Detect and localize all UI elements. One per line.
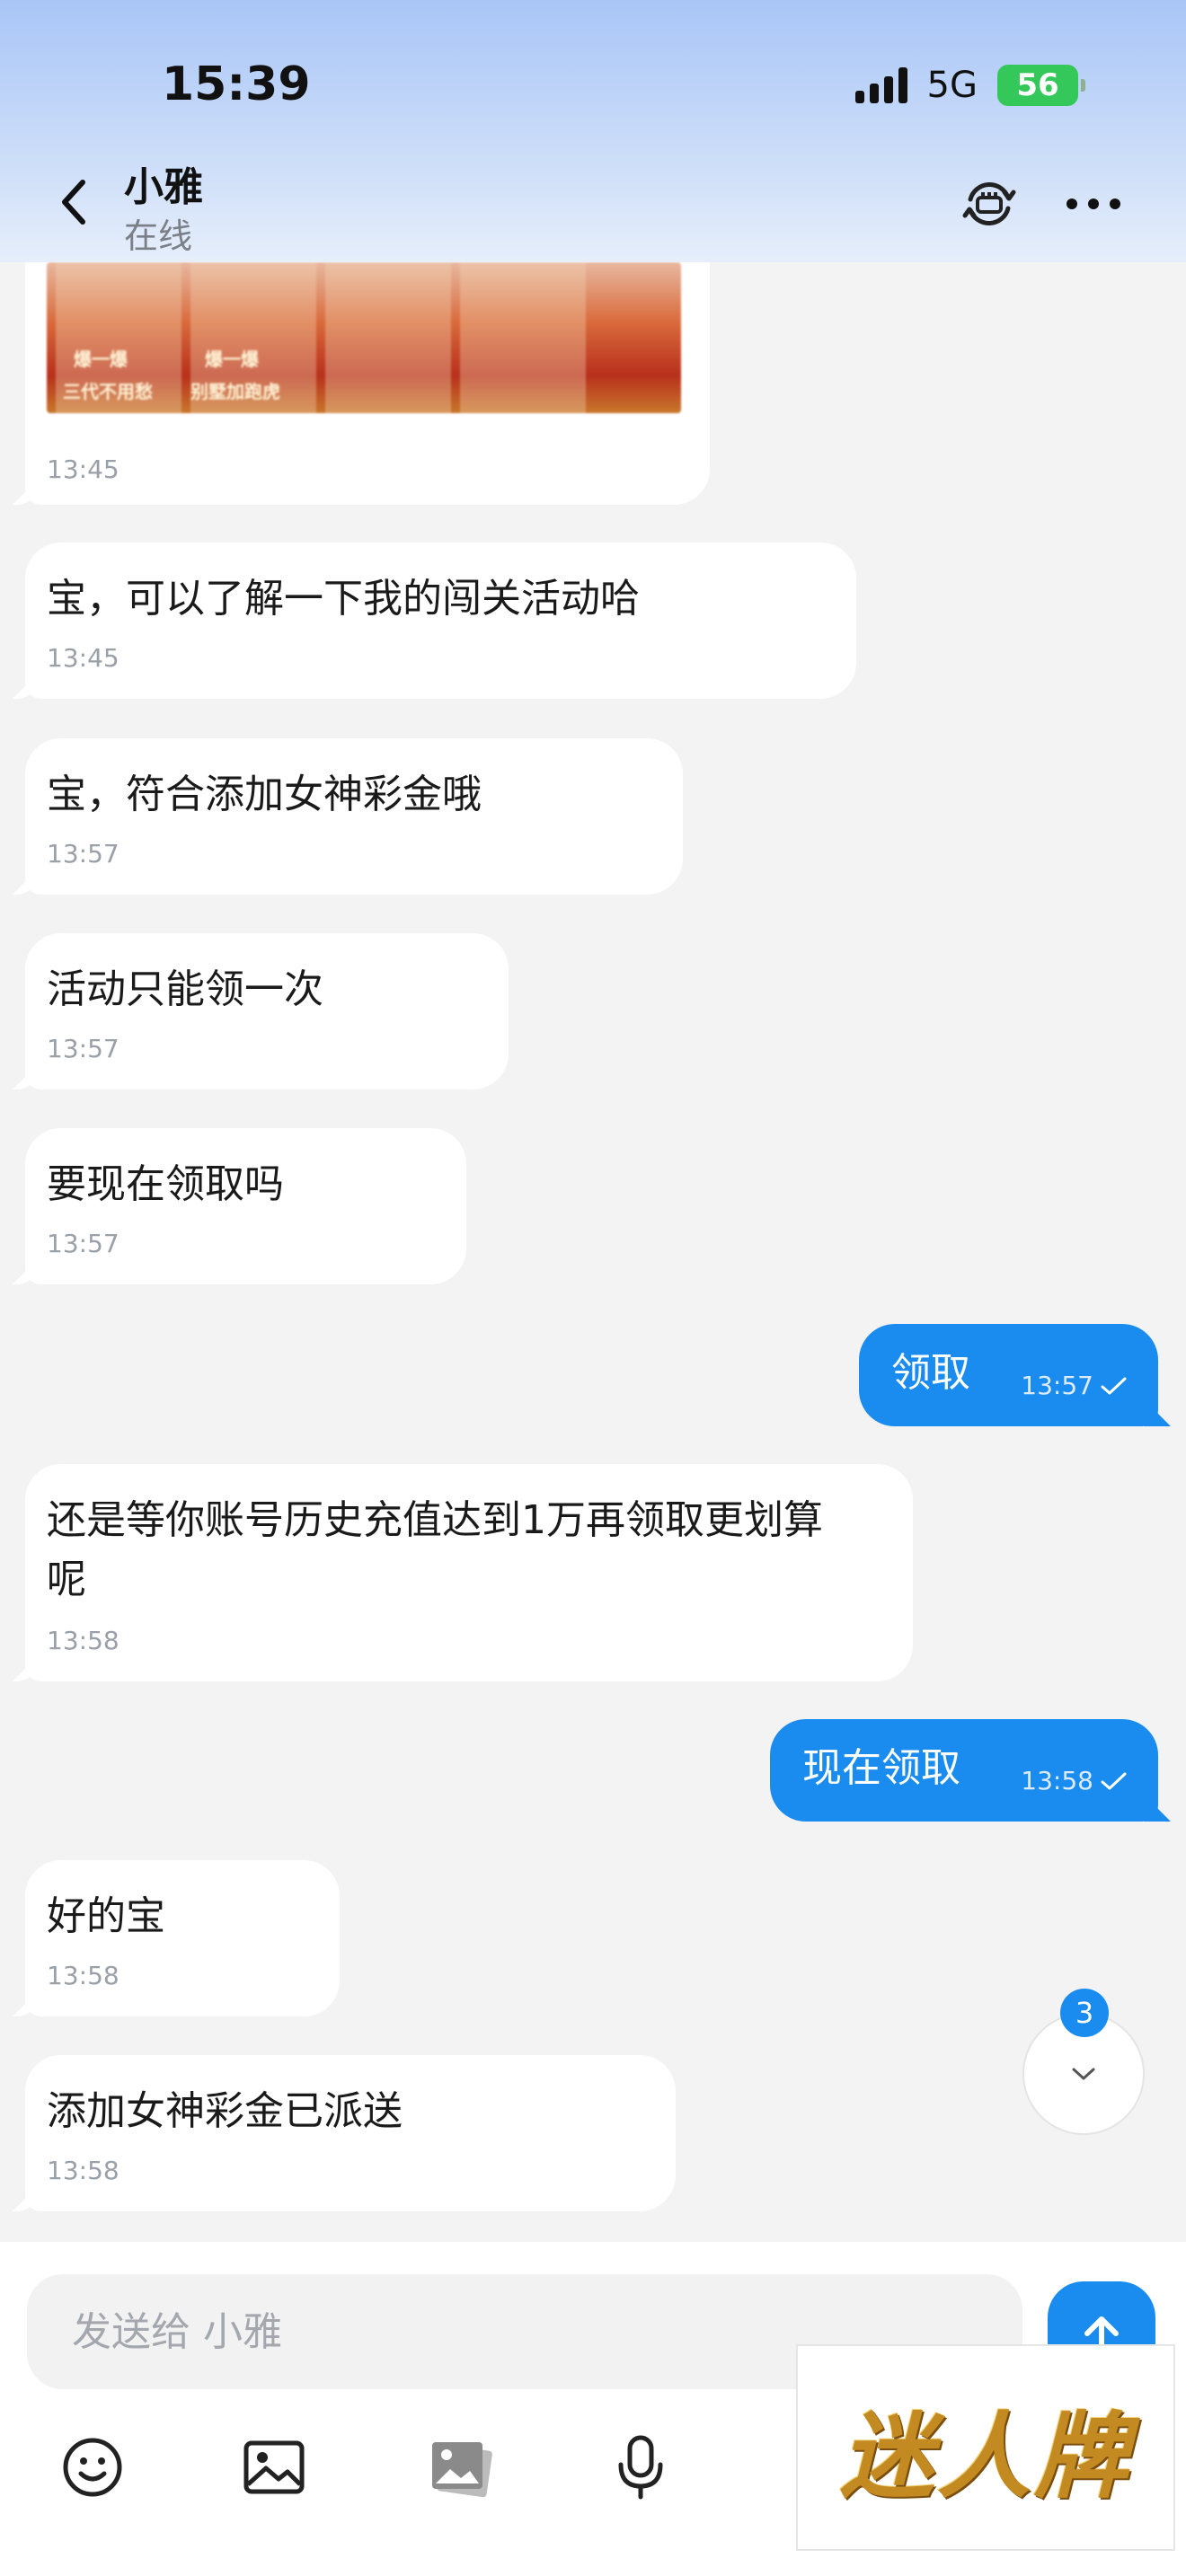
status-indicators: 5G 56 <box>854 65 1085 106</box>
sent-check-icon <box>1101 1772 1127 1789</box>
microphone-icon <box>618 2435 663 2500</box>
message-time: 13:58 <box>47 1626 119 1655</box>
message-text: 好的宝 <box>47 1893 165 1939</box>
status-time: 15:39 <box>162 57 311 111</box>
message-time-label: 13:58 <box>1021 1766 1093 1795</box>
robot-assistant-button[interactable] <box>956 171 1022 237</box>
message-time: 13:57 <box>47 1034 119 1063</box>
more-dots-icon <box>1067 198 1120 209</box>
battery-level: 56 <box>1016 67 1059 103</box>
message-time: 13:57 <box>1021 1371 1128 1400</box>
gallery-icon <box>432 2442 492 2498</box>
promo-tag: 三代不用愁 <box>63 381 153 402</box>
image-button[interactable] <box>234 2427 314 2508</box>
signal-icon <box>854 67 907 103</box>
promo-tag: 别墅加跑虎 <box>190 381 280 402</box>
message-time: 13:58 <box>1021 1766 1128 1795</box>
message-time: 13:45 <box>47 454 119 484</box>
voice-button[interactable] <box>600 2427 681 2508</box>
more-options-button[interactable] <box>1060 171 1127 237</box>
message-bubble[interactable]: 活动只能领一次 13:57 <box>25 933 509 1090</box>
robot-icon <box>962 181 1016 226</box>
battery-icon: 56 <box>997 65 1085 106</box>
message-text: 宝，符合添加女神彩金哦 <box>47 772 482 817</box>
message-bubble[interactable]: 添加女神彩金已派送 13:58 <box>25 2055 676 2211</box>
message-bubble[interactable]: 宝，可以了解一下我的闯关活动哈 13:45 <box>25 543 856 699</box>
message-time: 13:57 <box>47 839 119 869</box>
message-bubble[interactable]: 还是等你账号历史充值达到1万再领取更划算 呢 13:58 <box>25 1464 913 1681</box>
message-text: 要现在领取吗 <box>47 1161 284 1207</box>
promo-tag: 爆一爆 <box>205 348 259 370</box>
sent-check-icon <box>1101 1377 1127 1394</box>
image-message[interactable]: 爆一爆 三代不用愁 爆一爆 别墅加跑虎 13:45 <box>25 262 710 505</box>
message-bubble[interactable]: 好的宝 13:58 <box>25 1860 340 2016</box>
message-bubble[interactable]: 要现在领取吗 13:57 <box>25 1128 466 1284</box>
message-text: 还是等你账号历史充值达到1万再领取更划算 呢 <box>47 1491 823 1610</box>
message-time: 13:57 <box>47 1229 119 1258</box>
watermark-logo: 迷人牌 <box>796 2344 1175 2551</box>
promo-tag: 爆一爆 <box>74 348 128 370</box>
top-bar: 15:39 5G 56 小雅 在线 <box>0 0 1186 262</box>
promo-image[interactable]: 爆一爆 三代不用愁 爆一爆 别墅加跑虎 <box>47 262 681 413</box>
sent-message-bubble[interactable]: 现在领取 13:58 <box>770 1719 1158 1822</box>
image-icon <box>243 2440 305 2494</box>
emoji-icon <box>63 2438 122 2497</box>
message-time: 13:58 <box>47 2156 119 2185</box>
network-type: 5G <box>926 65 978 106</box>
message-text: 现在领取 <box>802 1745 960 1791</box>
watermark-text: 迷人牌 <box>839 2400 1131 2511</box>
message-text: 添加女神彩金已派送 <box>47 2088 403 2134</box>
emoji-button[interactable] <box>52 2427 133 2508</box>
gallery-button[interactable] <box>419 2427 500 2508</box>
message-time-label: 13:57 <box>1021 1371 1093 1400</box>
chevron-down-icon <box>1072 2068 1095 2080</box>
message-text: 宝，可以了解一下我的闯关活动哈 <box>47 576 640 622</box>
back-button[interactable] <box>50 171 95 234</box>
message-time: 13:58 <box>47 1961 119 1990</box>
message-text: 领取 <box>891 1350 970 1396</box>
message-bubble[interactable]: 宝，符合添加女神彩金哦 13:57 <box>25 738 683 895</box>
sent-message-bubble[interactable]: 领取 13:57 <box>859 1324 1158 1426</box>
chat-scroll-area[interactable]: 爆一爆 三代不用愁 爆一爆 别墅加跑虎 13:45 宝，可以了解一下我的闯关活动… <box>0 262 1186 2238</box>
message-time: 13:45 <box>47 643 119 673</box>
message-line: 呢 <box>47 1557 86 1602</box>
message-text: 活动只能领一次 <box>47 966 323 1012</box>
chevron-left-icon <box>62 180 85 225</box>
contact-status: 在线 <box>124 216 193 256</box>
message-line: 还是等你账号历史充值达到1万再领取更划算 <box>47 1497 823 1543</box>
contact-name[interactable]: 小雅 <box>124 154 203 212</box>
unread-count-badge: 3 <box>1060 1989 1109 2037</box>
